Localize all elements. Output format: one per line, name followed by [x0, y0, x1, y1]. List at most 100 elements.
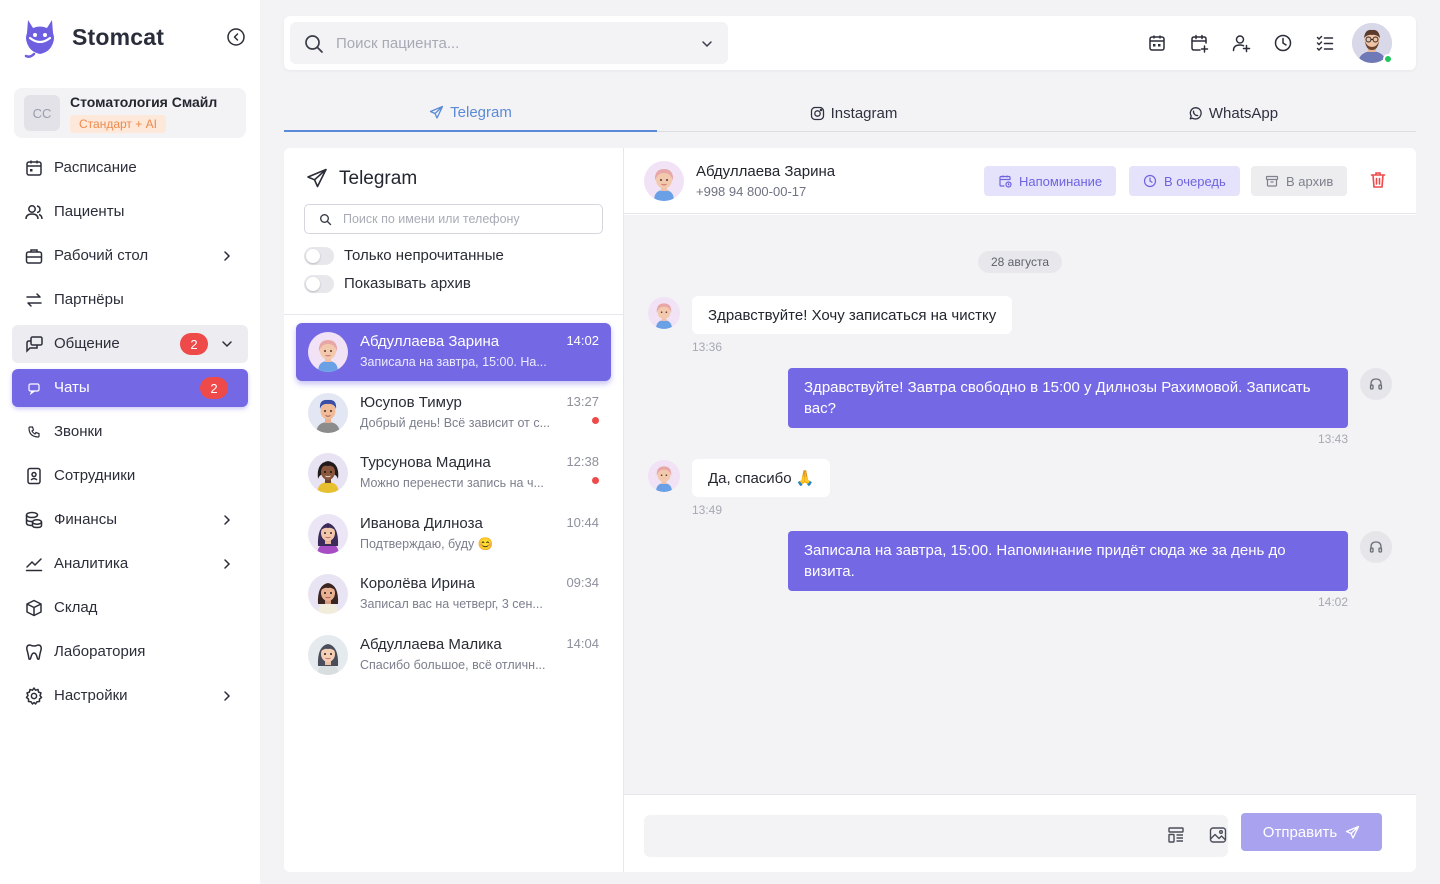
show-archive-toggle[interactable] [304, 275, 334, 293]
avatar [308, 453, 348, 493]
channel-tabs: Telegram Instagram WhatsApp [284, 94, 1416, 132]
chat-name: Турсунова Мадина [360, 454, 491, 471]
calendar-plus-icon[interactable] [1189, 33, 1209, 53]
gear-icon [24, 686, 44, 706]
template-icon[interactable] [1166, 825, 1186, 845]
chat-preview: Можно перенести запись на ч... [360, 476, 544, 490]
avatar [308, 514, 348, 554]
chat-list-item[interactable]: Турсунова Мадина Можно перенести запись … [296, 444, 611, 502]
message-area[interactable]: 28 августа Здравствуйте! Хочу записаться… [624, 215, 1416, 794]
whatsapp-icon [1188, 106, 1203, 121]
chat-name: Абдуллаева Малика [360, 636, 502, 653]
sidebar-item-communication[interactable]: Общение 2 [12, 325, 248, 363]
sidebar-item-label: Аналитика [54, 555, 129, 572]
chat-list-item[interactable]: Абдуллаева Зарина Записала на завтра, 15… [296, 323, 611, 381]
telegram-icon [306, 167, 328, 189]
chat-preview: Подтверждаю, буду 😊 [360, 537, 494, 551]
chat-search[interactable] [304, 204, 603, 234]
sidebar-item-label: Расписание [54, 159, 137, 176]
clock-icon[interactable] [1273, 33, 1293, 53]
sidebar-item-label: Партнёры [54, 291, 124, 308]
sidebar-item-label: Общение [54, 335, 120, 352]
search-icon [303, 33, 325, 55]
sidebar-item-calls[interactable]: Звонки [12, 413, 248, 451]
sidebar-item-chats[interactable]: Чаты 2 [12, 369, 248, 407]
message-input-wrapper[interactable] [644, 815, 1228, 857]
chat-list-item[interactable]: Королёва Ирина Записал вас на четверг, 3… [296, 565, 611, 623]
clinic-switcher[interactable]: СС Стоматология Смайл Стандарт + AI [14, 88, 246, 138]
send-button[interactable]: Отправить [1241, 813, 1382, 851]
chat-list-item[interactable]: Абдуллаева Малика Спасибо большое, всё о… [296, 626, 611, 684]
chat-search-input[interactable] [343, 205, 593, 233]
send-icon [1345, 825, 1360, 840]
collapse-sidebar-icon[interactable] [226, 27, 246, 47]
chat-preview: Добрый день! Всё зависит от с... [360, 416, 551, 430]
sidebar-item-schedule[interactable]: Расписание [12, 149, 248, 187]
date-separator: 28 августа [978, 251, 1062, 273]
queue-button[interactable]: В очередь [1129, 166, 1240, 196]
brand-name: Stomcat [72, 24, 165, 50]
sidebar-item-workspace[interactable]: Рабочий стол [12, 237, 248, 275]
sidebar-item-patients[interactable]: Пациенты [12, 193, 248, 231]
chevron-right-icon [220, 689, 234, 703]
clock-icon [1143, 174, 1157, 188]
sidebar-item-label: Финансы [54, 511, 117, 528]
tab-telegram[interactable]: Telegram [284, 94, 657, 132]
trash-icon[interactable] [1368, 170, 1388, 190]
tab-instagram[interactable]: Instagram [657, 94, 1050, 132]
queue-label: В очередь [1164, 173, 1226, 189]
badge-icon [24, 466, 44, 486]
sidebar-item-laboratory[interactable]: Лаборатория [12, 633, 248, 671]
tab-whatsapp[interactable]: WhatsApp [1050, 94, 1416, 132]
sidebar-item-finance[interactable]: Финансы [12, 501, 248, 539]
sidebar-item-analytics[interactable]: Аналитика [12, 545, 248, 583]
clinic-plan-badge: Стандарт + AI [70, 115, 166, 133]
archive-icon [1265, 174, 1279, 188]
chevron-down-icon [220, 337, 234, 351]
chat-time: 14:04 [566, 636, 599, 651]
message-input[interactable] [660, 815, 1140, 857]
contact-name[interactable]: Абдуллаева Зарина [696, 163, 835, 180]
chat-name: Абдуллаева Зарина [360, 333, 500, 350]
sidebar-item-staff[interactable]: Сотрудники [12, 457, 248, 495]
chat-list-item[interactable]: Иванова Дилноза Подтверждаю, буду 😊 10:4… [296, 505, 611, 563]
reminder-button[interactable]: Напоминание [984, 166, 1117, 196]
contact-avatar[interactable] [644, 161, 684, 201]
sidebar-item-settings[interactable]: Настройки [12, 677, 248, 715]
archive-button[interactable]: В архив [1251, 166, 1348, 196]
briefcase-icon [24, 246, 44, 266]
chat-icon [24, 334, 44, 354]
unread-only-toggle[interactable] [304, 247, 334, 265]
chevron-down-icon[interactable] [700, 37, 714, 51]
chat-time: 13:27 [566, 394, 599, 409]
chat-time: 12:38 [566, 454, 599, 469]
sidebar-item-partners[interactable]: Партнёры [12, 281, 248, 319]
online-status-dot [1383, 54, 1393, 64]
sidebar-item-warehouse[interactable]: Склад [12, 589, 248, 627]
coins-icon [24, 510, 44, 530]
user-plus-icon[interactable] [1231, 33, 1251, 53]
sidebar-item-label: Пациенты [54, 203, 125, 220]
image-icon[interactable] [1208, 825, 1228, 845]
conversation-panel: Абдуллаева Зарина +998 94 800-00-17 Напо… [624, 148, 1416, 872]
top-bar [284, 16, 1416, 70]
outgoing-message: Записала на завтра, 15:00. Напоминание п… [788, 531, 1348, 591]
patient-search-input[interactable] [336, 22, 686, 64]
chevron-right-icon [220, 249, 234, 263]
avatar [308, 635, 348, 675]
checklist-icon[interactable] [1315, 33, 1335, 53]
unread-count-badge: 2 [200, 377, 228, 399]
user-avatar[interactable] [1352, 23, 1393, 64]
patient-search[interactable] [290, 22, 728, 64]
search-icon [319, 213, 332, 226]
chat-list-item[interactable]: Юсупов Тимур Добрый день! Всё зависит от… [296, 384, 611, 442]
stomcat-logo[interactable] [22, 16, 58, 58]
calendar-icon [24, 158, 44, 178]
archive-label: В архив [1286, 173, 1334, 189]
chevron-right-icon [220, 557, 234, 571]
calendar-clock-icon [998, 174, 1012, 188]
outgoing-message: Здравствуйте! Завтра свободно в 15:00 у … [788, 368, 1348, 428]
calendar-icon[interactable] [1147, 33, 1167, 53]
message-time: 13:43 [1317, 432, 1348, 446]
message-composer: Отправить [624, 794, 1416, 872]
